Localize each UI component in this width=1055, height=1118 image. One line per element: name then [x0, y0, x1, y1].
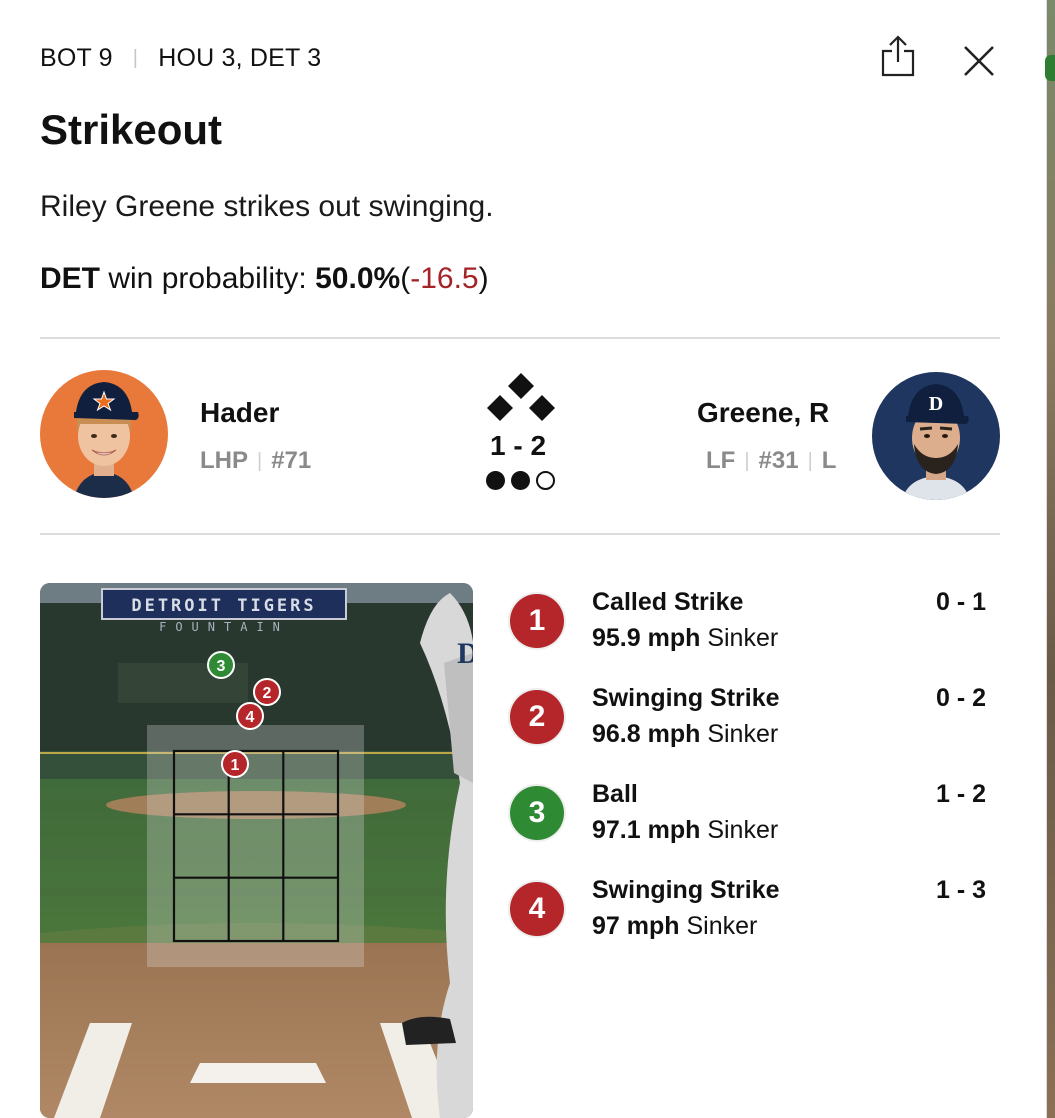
pitch-speed: 95.9 mph: [592, 624, 701, 652]
pitch-marker-label: 3: [217, 658, 226, 675]
play-title: Strikeout: [40, 106, 223, 153]
share-icon: [881, 35, 915, 77]
pitch-number-badge: 1: [510, 594, 564, 648]
pitch-marker-label: 2: [263, 685, 272, 702]
divider: [40, 533, 1000, 535]
close-button[interactable]: [960, 42, 998, 80]
win-probability-open-paren: (: [400, 262, 411, 295]
pitch-count: 0 - 2: [935, 684, 986, 712]
batter-meta: LF | #31 | L: [706, 447, 836, 475]
pitch-type: Sinker: [707, 624, 779, 652]
pitcher-hand: LHP: [200, 447, 248, 474]
score-label: HOU 3, DET 3: [158, 44, 322, 72]
out-dot-filled: [511, 471, 530, 490]
meta-separator: |: [807, 449, 813, 472]
batter-number: #31: [758, 447, 799, 474]
pitch-count: 1 - 3: [935, 876, 986, 904]
pitch-count: 1 - 2: [935, 780, 986, 808]
batter-bats: L: [821, 447, 837, 474]
pitch-result: Ball: [592, 780, 638, 808]
outs-indicator: [486, 471, 555, 490]
play-description: Riley Greene strikes out swinging.: [40, 190, 494, 223]
pitch-result: Called Strike: [592, 588, 744, 616]
pitch-type: Sinker: [707, 816, 779, 844]
pitch-row[interactable]: 2 Swinging Strike 96.8 mph Sinker 0 - 2: [510, 682, 990, 772]
pitch-speed-type: 97.1 mph Sinker: [592, 816, 778, 845]
pitch-result: Swinging Strike: [592, 876, 780, 904]
pitch-speed-type: 97 mph Sinker: [592, 912, 757, 941]
meta-separator: |: [744, 449, 750, 472]
pitch-number-badge: 3: [510, 786, 564, 840]
first-base-icon: [529, 395, 555, 421]
pitch-marker-2[interactable]: 2: [253, 678, 281, 706]
pitch-speed: 97 mph: [592, 912, 680, 940]
batter-avatar: D: [872, 372, 1000, 500]
pitcher-number: #71: [271, 447, 312, 474]
sign-text-line1: DETROIT TIGERS: [131, 596, 316, 616]
win-probability-close-paren: ): [478, 262, 489, 295]
pitcher-meta: LHP | #71: [200, 447, 311, 475]
strike-zone-view: DETROIT TIGERS FOUNTAIN D 3 2 4 1: [40, 583, 473, 1118]
svg-text:D: D: [929, 393, 943, 415]
pitcher-name[interactable]: Hader: [200, 397, 279, 429]
divider: [40, 337, 1000, 339]
batter-position: LF: [706, 447, 736, 474]
pitch-speed-type: 95.9 mph Sinker: [592, 624, 778, 653]
batter-name[interactable]: Greene, R: [697, 397, 829, 429]
svg-text:D: D: [457, 637, 473, 670]
pitch-type: Sinker: [707, 720, 779, 748]
pitch-speed: 97.1 mph: [592, 816, 701, 844]
win-probability-label: win probability:: [108, 262, 307, 295]
third-base-icon: [487, 395, 513, 421]
background-app-edge: [1046, 0, 1055, 1118]
pitch-marker-4[interactable]: 4: [236, 702, 264, 730]
pitcher-avatar: [40, 370, 168, 498]
second-base-icon: [508, 373, 534, 399]
game-status-line: BOT 9 | HOU 3, DET 3: [40, 44, 321, 73]
win-probability-delta: -16.5: [410, 262, 479, 295]
header-separator: |: [132, 47, 139, 69]
close-icon: [964, 46, 994, 76]
pitch-marker-label: 4: [246, 709, 255, 726]
pitch-number-badge: 2: [510, 690, 564, 744]
win-probability-value: 50.0%: [315, 262, 401, 295]
pitch-row[interactable]: 1 Called Strike 95.9 mph Sinker 0 - 1: [510, 586, 990, 676]
pitch-count: 0 - 1: [935, 588, 986, 616]
pitch-speed: 96.8 mph: [592, 720, 701, 748]
inning-label: BOT 9: [40, 44, 113, 72]
meta-separator: |: [257, 449, 263, 472]
out-dot-empty: [536, 471, 555, 490]
bases-diamond-icon: [487, 373, 555, 421]
win-probability-team: DET: [40, 262, 100, 295]
pitch-row[interactable]: 3 Ball 97.1 mph Sinker 1 - 2: [510, 778, 990, 868]
pitch-speed-type: 96.8 mph Sinker: [592, 720, 778, 749]
sign-text-line2: FOUNTAIN: [159, 620, 289, 634]
background-app-edge-accent: [1045, 55, 1055, 81]
pitch-type: Sinker: [686, 912, 758, 940]
share-button[interactable]: [880, 34, 916, 78]
pitch-marker-label: 1: [231, 757, 240, 774]
pitch-number-badge: 4: [510, 882, 564, 936]
pitch-result: Swinging Strike: [592, 684, 780, 712]
ball-strike-count: 1 - 2: [490, 430, 547, 461]
pitch-marker-1[interactable]: 1: [221, 750, 249, 778]
pitch-marker-3[interactable]: 3: [207, 651, 235, 679]
pitch-row[interactable]: 4 Swinging Strike 97 mph Sinker 1 - 3: [510, 874, 990, 964]
win-probability: DET win probability: 50.0%(-16.5): [40, 262, 489, 296]
out-dot-filled: [486, 471, 505, 490]
